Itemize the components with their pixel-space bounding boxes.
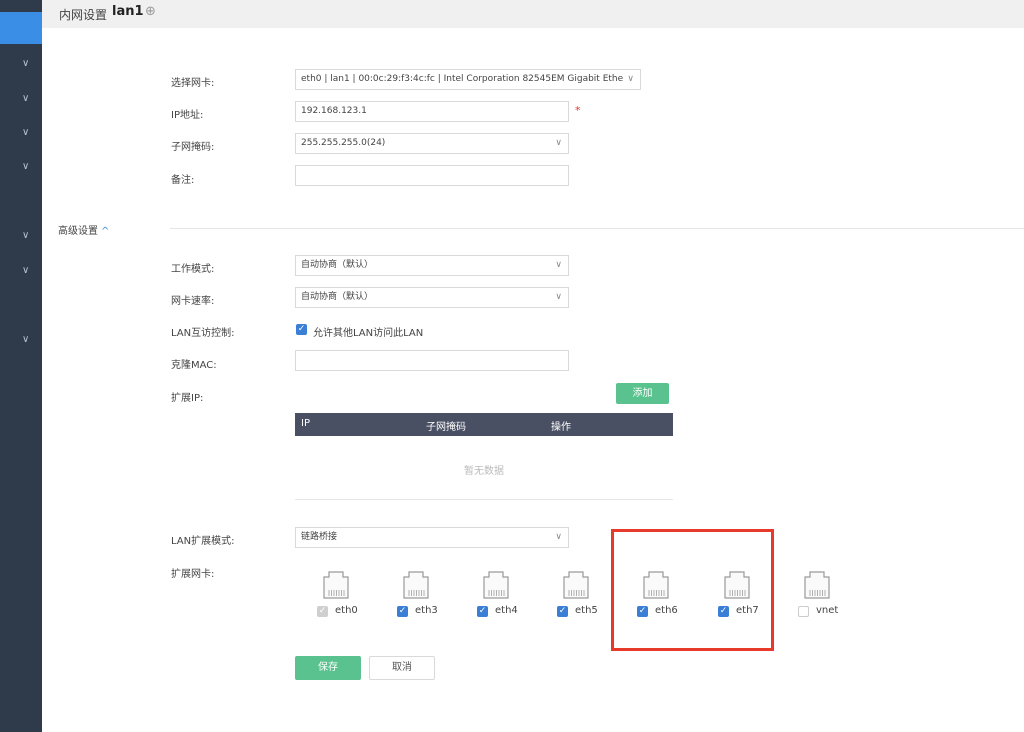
- ext-ip-label: 扩展IP:: [171, 393, 204, 404]
- ext-nic-label: eth3: [415, 605, 438, 616]
- advanced-settings-toggle[interactable]: 高级设置 ^: [58, 222, 109, 237]
- sidebar-active-item[interactable]: [0, 12, 42, 44]
- ext-ip-empty-text: 暂无数据: [464, 466, 504, 477]
- chevron-down-icon: ∨: [555, 138, 562, 148]
- lan-access-checkbox-label: 允许其他LAN访问此LAN: [313, 328, 424, 339]
- ip-input-value: 192.168.123.1: [301, 106, 367, 116]
- nic-speed-select[interactable]: 自动协商（默认） ∨: [295, 287, 569, 308]
- nic-select[interactable]: eth0 | lan1 | 00:0c:29:f3:4c:fc | Intel …: [295, 69, 641, 90]
- chevron-down-icon: ∨: [555, 292, 562, 302]
- sidebar-chevron-down-icon[interactable]: ∨: [22, 161, 29, 172]
- highlight-box: [611, 529, 774, 651]
- ethernet-port-icon: [480, 571, 512, 599]
- sidebar-chevron-down-icon[interactable]: ∨: [22, 127, 29, 138]
- ethernet-port-icon: [801, 571, 833, 599]
- nic-speed-select-value: 自动协商（默认）: [301, 292, 374, 302]
- ext-nic-label: eth5: [575, 605, 598, 616]
- lan-access-checkbox[interactable]: ✓: [296, 324, 307, 335]
- save-button[interactable]: 保存: [295, 656, 361, 680]
- sidebar-chevron-down-icon[interactable]: ∨: [22, 230, 29, 241]
- lan-ext-mode-select-value: 链路桥接: [301, 532, 338, 542]
- column-header-action: 操作: [551, 422, 571, 433]
- ext-ip-table-header: IP 子网掩码 操作: [295, 413, 673, 436]
- section-divider: [170, 228, 1024, 229]
- sidebar: ∨ ∨ ∨ ∨ ∨ ∨ ∨: [0, 0, 42, 732]
- ethernet-port-icon: [400, 571, 432, 599]
- ip-input[interactable]: 192.168.123.1: [295, 101, 569, 122]
- note-label: 备注:: [171, 175, 195, 186]
- sidebar-chevron-down-icon[interactable]: ∨: [22, 58, 29, 69]
- ethernet-port-icon: [560, 571, 592, 599]
- chevron-down-icon: ∨: [555, 532, 562, 542]
- ext-nic-checkbox-eth4[interactable]: ✓: [477, 606, 488, 617]
- ext-nic-checkbox-vnet[interactable]: [798, 606, 809, 617]
- ext-nic-checkbox-eth5[interactable]: ✓: [557, 606, 568, 617]
- top-bar: 内网设置 lan1 ⊕: [42, 0, 1024, 28]
- ext-nic-checkbox-eth0: ✓: [317, 606, 328, 617]
- chevron-up-icon: ^: [101, 226, 110, 237]
- ext-nic-label: eth0: [335, 605, 358, 616]
- interface-name: lan1: [112, 4, 144, 19]
- nic-label: 选择网卡:: [171, 78, 215, 89]
- ext-nic-label: vnet: [816, 605, 839, 616]
- mask-label: 子网掩码:: [171, 142, 215, 153]
- ip-label: IP地址:: [171, 110, 204, 121]
- advanced-settings-title: 高级设置: [58, 226, 98, 237]
- sidebar-chevron-down-icon[interactable]: ∨: [22, 265, 29, 276]
- nic-select-value: eth0 | lan1 | 00:0c:29:f3:4c:fc | Intel …: [301, 74, 624, 84]
- work-mode-select-value: 自动协商（默认）: [301, 260, 374, 270]
- lan-ext-mode-select[interactable]: 链路桥接 ∨: [295, 527, 569, 548]
- note-input[interactable]: [295, 165, 569, 186]
- mask-select-value: 255.255.255.0(24): [301, 138, 386, 148]
- cancel-button[interactable]: 取消: [369, 656, 435, 680]
- column-header-ip: IP: [301, 418, 310, 429]
- column-header-mask: 子网掩码: [426, 422, 466, 433]
- chevron-down-icon: ∨: [627, 74, 634, 84]
- mask-select[interactable]: 255.255.255.0(24) ∨: [295, 133, 569, 154]
- table-bottom-divider: [295, 499, 673, 500]
- add-interface-icon[interactable]: ⊕: [145, 4, 156, 19]
- clone-mac-label: 克隆MAC:: [171, 360, 217, 371]
- ext-nic-checkbox-eth3[interactable]: ✓: [397, 606, 408, 617]
- work-mode-select[interactable]: 自动协商（默认） ∨: [295, 255, 569, 276]
- ext-nics-label: 扩展网卡:: [171, 569, 215, 580]
- chevron-down-icon: ∨: [555, 260, 562, 270]
- add-ext-ip-button[interactable]: 添加: [616, 383, 669, 404]
- breadcrumb: 内网设置: [59, 8, 108, 22]
- sidebar-chevron-down-icon[interactable]: ∨: [22, 93, 29, 104]
- clone-mac-input[interactable]: [295, 350, 569, 371]
- lan-access-label: LAN互访控制:: [171, 328, 235, 339]
- work-mode-label: 工作模式:: [171, 264, 215, 275]
- required-mark: *: [575, 104, 581, 117]
- sidebar-chevron-down-icon[interactable]: ∨: [22, 334, 29, 345]
- ethernet-port-icon: [320, 571, 352, 599]
- ext-nic-label: eth4: [495, 605, 518, 616]
- nic-speed-label: 网卡速率:: [171, 296, 215, 307]
- lan-ext-mode-label: LAN扩展模式:: [171, 536, 235, 547]
